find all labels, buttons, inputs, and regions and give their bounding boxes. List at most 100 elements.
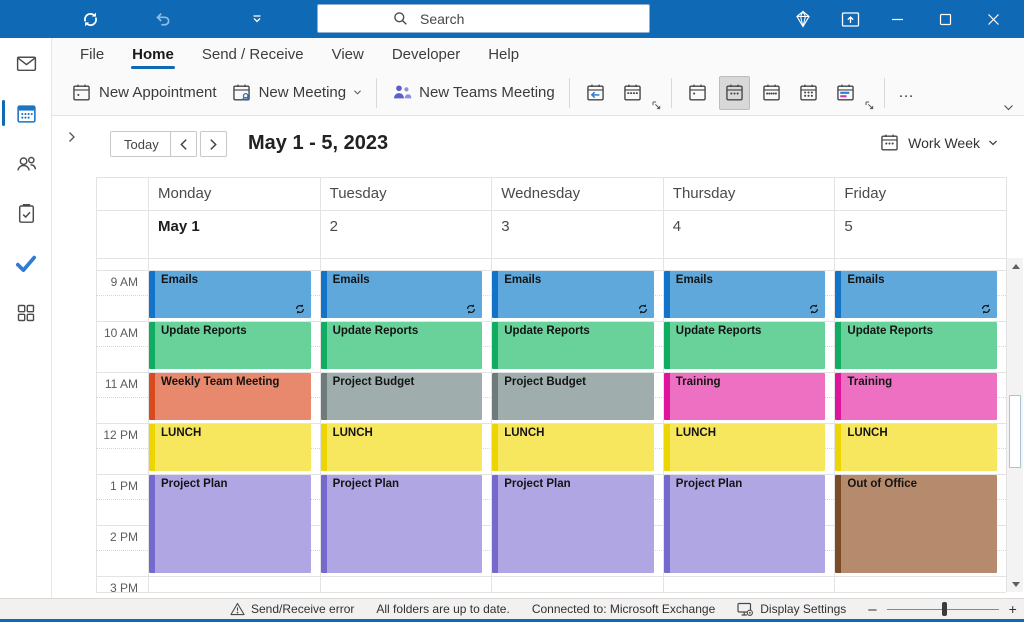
calendar-event[interactable]: Project Budget — [492, 373, 654, 420]
maximize-button[interactable] — [923, 0, 968, 38]
sidebar-item-calendar[interactable] — [0, 88, 52, 138]
event-title: LUNCH — [498, 424, 654, 439]
new-teams-meeting-button[interactable]: New Teams Meeting — [384, 77, 562, 108]
calendar-event[interactable]: LUNCH — [835, 424, 997, 471]
day-date-wednesday[interactable]: 3 — [501, 218, 653, 235]
new-meeting-dropdown-chevron-icon[interactable] — [353, 89, 362, 96]
day-date-friday[interactable]: 5 — [844, 218, 996, 235]
schedule-view-button[interactable] — [830, 76, 861, 110]
calendar-event[interactable]: Project Plan — [492, 475, 654, 573]
calendar-event[interactable]: Update Reports — [321, 322, 483, 369]
window-popout-icon[interactable] — [828, 0, 873, 38]
send-receive-sync-icon[interactable] — [73, 0, 107, 38]
sidebar-item-tasks[interactable] — [0, 188, 52, 238]
event-title: Update Reports — [670, 322, 826, 337]
calendar-event[interactable]: Emails — [321, 271, 483, 318]
day-date-thursday[interactable]: 4 — [673, 218, 825, 235]
send-receive-error-status[interactable]: Send/Receive error — [230, 602, 354, 616]
sidebar-item-people[interactable] — [0, 138, 52, 188]
calendar-event[interactable]: Emails — [492, 271, 654, 318]
menu-tab-help[interactable]: Help — [474, 38, 533, 70]
menu-tab-send-receive[interactable]: Send / Receive — [188, 38, 318, 70]
event-title: LUNCH — [327, 424, 483, 439]
search-input[interactable]: Search — [317, 4, 650, 33]
schedule-view-icon — [835, 82, 856, 103]
ribbon-collapse-chevron-icon[interactable] — [1003, 104, 1014, 112]
undo-icon[interactable] — [146, 0, 180, 38]
new-meeting-button[interactable]: New Meeting — [224, 77, 370, 108]
ribbon-separator — [376, 78, 377, 108]
sidebar-item-apps[interactable] — [0, 288, 52, 338]
calendar-event[interactable]: Weekly Team Meeting — [149, 373, 311, 420]
zoom-in-button[interactable]: + — [1009, 601, 1017, 617]
calendar-event[interactable]: Project Plan — [321, 475, 483, 573]
calendar-event[interactable]: Emails — [149, 271, 311, 318]
close-button[interactable] — [971, 0, 1016, 38]
zoom-slider[interactable] — [887, 609, 999, 610]
calendar-event[interactable]: Emails — [664, 271, 826, 318]
new-appointment-icon — [71, 82, 92, 103]
calendar-event[interactable]: Project Budget — [321, 373, 483, 420]
sidebar-item-mail[interactable] — [0, 38, 52, 88]
customize-quick-access-chevron-icon[interactable] — [246, 0, 268, 38]
event-title: Training — [841, 373, 997, 388]
minimize-button[interactable] — [875, 0, 920, 38]
ribbon-separator — [671, 78, 672, 108]
new-appointment-button[interactable]: New Appointment — [64, 77, 224, 108]
menu-bar: FileHomeSend / ReceiveViewDeveloperHelp — [52, 38, 1024, 70]
display-settings-button[interactable]: Display Settings — [737, 602, 846, 617]
calendar-event[interactable]: Update Reports — [492, 322, 654, 369]
ribbon-separator — [884, 78, 885, 108]
calendar-event[interactable]: LUNCH — [149, 424, 311, 471]
calendar-days-row-icon — [622, 82, 643, 103]
month-view-button[interactable] — [793, 76, 824, 110]
event-title: Emails — [327, 271, 483, 286]
scrollbar-thumb[interactable] — [1009, 395, 1021, 468]
event-title: Update Reports — [327, 322, 483, 337]
connection-status-label: Connected to: Microsoft Exchange — [532, 602, 715, 616]
menu-tab-home[interactable]: Home — [118, 38, 188, 70]
scroll-down-button[interactable] — [1007, 576, 1024, 592]
menu-tab-view[interactable]: View — [318, 38, 378, 70]
dialog-launcher-icon[interactable] — [651, 100, 662, 111]
zoom-slider-thumb[interactable] — [942, 602, 947, 616]
calendar-event[interactable]: Training — [664, 373, 826, 420]
day-date-monday[interactable]: May 1 — [158, 218, 310, 235]
premium-diamond-icon[interactable] — [780, 0, 825, 38]
sidebar-item-todo[interactable] — [0, 238, 52, 288]
day-view-icon — [687, 82, 708, 103]
calendar-event[interactable]: Project Plan — [664, 475, 826, 573]
zoom-out-button[interactable]: – — [868, 601, 876, 618]
search-placeholder: Search — [420, 11, 464, 27]
scroll-up-button[interactable] — [1007, 258, 1024, 274]
calendar-event[interactable]: LUNCH — [321, 424, 483, 471]
day-view-button[interactable] — [682, 76, 713, 110]
calendar-event[interactable]: LUNCH — [492, 424, 654, 471]
dialog-launcher-icon[interactable] — [864, 100, 875, 111]
calendar-event[interactable]: Update Reports — [149, 322, 311, 369]
calendar-back-arrow-icon — [585, 82, 606, 103]
calendar-event[interactable]: Project Plan — [149, 475, 311, 573]
calendar-event[interactable]: Update Reports — [664, 322, 826, 369]
calendar-event[interactable]: Emails — [835, 271, 997, 318]
calendar-event[interactable]: Training — [835, 373, 997, 420]
week-view-button[interactable] — [756, 76, 787, 110]
calendar-event[interactable]: LUNCH — [664, 424, 826, 471]
event-title: Project Plan — [155, 475, 311, 490]
display-settings-icon — [737, 602, 754, 617]
work-week-view-button[interactable] — [719, 76, 750, 110]
go-to-date-back-button[interactable] — [580, 76, 611, 110]
event-title: Emails — [498, 271, 654, 286]
event-title: Project Budget — [327, 373, 483, 388]
event-title: Update Reports — [498, 322, 654, 337]
vertical-scrollbar[interactable] — [1006, 258, 1023, 592]
menu-tab-developer[interactable]: Developer — [378, 38, 474, 70]
next-seven-days-button[interactable] — [617, 76, 648, 110]
menu-tab-file[interactable]: File — [66, 38, 118, 70]
calendar-event[interactable]: Out of Office — [835, 475, 997, 573]
day-date-tuesday[interactable]: 2 — [330, 218, 482, 235]
recurrence-icon — [980, 303, 992, 315]
recurrence-icon — [808, 303, 820, 315]
calendar-event[interactable]: Update Reports — [835, 322, 997, 369]
more-commands-button[interactable]: … — [890, 82, 924, 104]
